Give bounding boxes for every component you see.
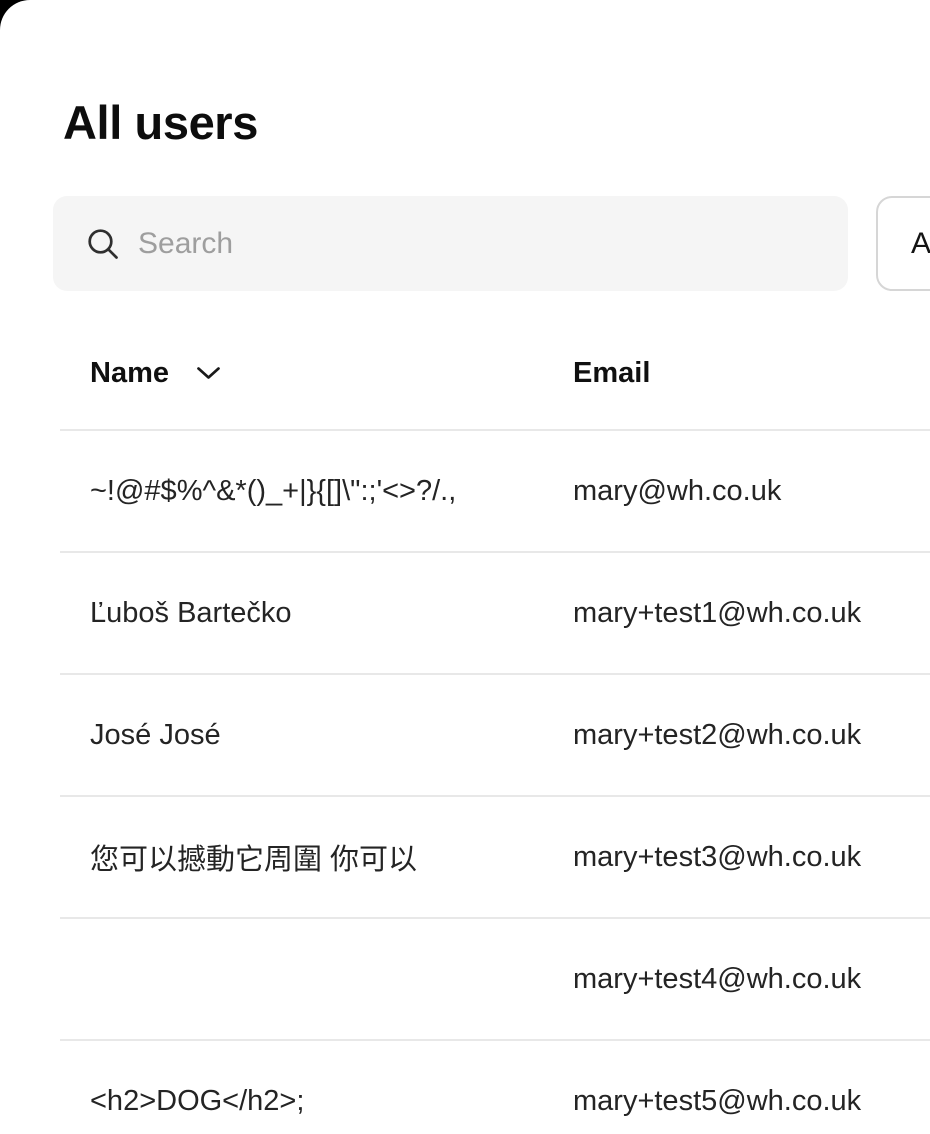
- table-header-row: Name Email: [60, 317, 930, 431]
- name-cell: ~!@#$%^&*()_+|}{[]\":;'<>?/.,: [60, 475, 543, 508]
- table-row[interactable]: 您可以撼動它周圍 你可以 mary+test3@wh.co.uk: [60, 797, 930, 919]
- email-cell: mary+test4@wh.co.uk: [543, 963, 930, 996]
- search-box: [53, 196, 848, 291]
- name-cell: <h2>DOG</h2>;: [60, 1085, 543, 1118]
- name-column-label: Name: [90, 357, 169, 390]
- table-row[interactable]: José José mary+test2@wh.co.uk: [60, 675, 930, 797]
- table-row[interactable]: <h2>DOG</h2>; mary+test5@wh.co.uk: [60, 1041, 930, 1134]
- name-cell: José José: [60, 719, 543, 752]
- email-cell: mary@wh.co.uk: [543, 475, 930, 508]
- name-column-header[interactable]: Name: [60, 357, 543, 390]
- table-row[interactable]: mary+test4@wh.co.uk: [60, 919, 930, 1041]
- name-cell: 您可以撼動它周圍 你可以: [60, 836, 543, 878]
- users-table: Name Email ~!@#$%^&*()_+|}{[]\":;'<>?/.,…: [60, 317, 930, 1134]
- search-input[interactable]: [136, 226, 780, 262]
- chevron-down-icon: [196, 366, 221, 380]
- email-cell: mary+test1@wh.co.uk: [543, 597, 930, 630]
- add-user-button-label: A: [911, 227, 930, 261]
- name-cell: Ľuboš Bartečko: [60, 597, 543, 630]
- users-page: All users A Name Email: [0, 0, 930, 1134]
- email-cell: mary+test3@wh.co.uk: [543, 841, 930, 874]
- email-cell: mary+test2@wh.co.uk: [543, 719, 930, 752]
- search-icon: [86, 227, 120, 261]
- email-column-header[interactable]: Email: [543, 357, 930, 390]
- add-user-button[interactable]: A: [876, 196, 930, 291]
- email-column-label: Email: [573, 357, 650, 389]
- table-row[interactable]: Ľuboš Bartečko mary+test1@wh.co.uk: [60, 553, 930, 675]
- table-row[interactable]: ~!@#$%^&*()_+|}{[]\":;'<>?/., mary@wh.co…: [60, 431, 930, 553]
- page-title: All users: [63, 95, 258, 151]
- email-cell: mary+test5@wh.co.uk: [543, 1085, 930, 1118]
